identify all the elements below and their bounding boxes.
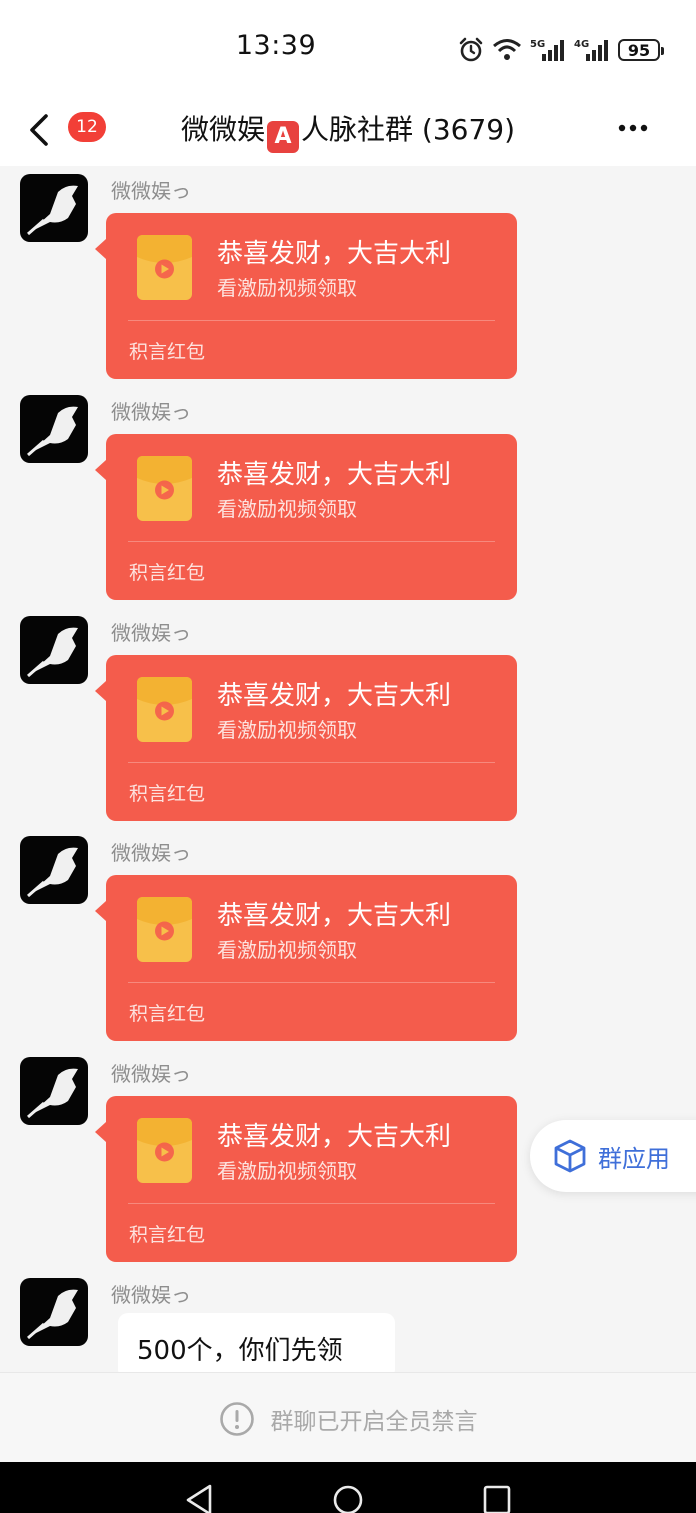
packet-subtitle: 看激励视频领取 — [217, 1159, 357, 1183]
red-packet-message[interactable]: 恭喜发财，大吉大利 看激励视频领取 积言红包 — [95, 875, 517, 1041]
sender-name: 微微娱っ — [111, 179, 191, 203]
sender-name: 微微娱っ — [111, 1062, 191, 1086]
packet-divider — [128, 762, 495, 763]
avatar[interactable] — [20, 395, 88, 463]
packet-label: 积言红包 — [129, 341, 206, 363]
avatar[interactable] — [20, 1278, 88, 1346]
chat-title[interactable]: 微微娱 A 人脉社群 (3679) — [0, 108, 696, 153]
avatar-glyph-icon — [27, 406, 78, 457]
mute-notice-text: 群聊已开启全员禁言 — [270, 1409, 478, 1435]
avatar-glyph-icon — [27, 185, 78, 236]
red-packet-icon — [137, 1118, 192, 1183]
status-bar: 13:39 5G 4G 95 — [0, 0, 696, 100]
sender-name: 微微娱っ — [111, 621, 191, 645]
packet-label: 积言红包 — [129, 562, 206, 584]
signal-5g-icon: 5G — [530, 39, 564, 61]
more-options-icon[interactable] — [618, 124, 648, 132]
packet-subtitle: 看激励视频领取 — [217, 497, 357, 521]
avatar[interactable] — [20, 836, 88, 904]
a-emoji-icon: A — [267, 121, 299, 153]
nav-home-icon[interactable] — [332, 1484, 364, 1513]
sender-name: 微微娱っ — [111, 400, 191, 424]
packet-subtitle: 看激励视频领取 — [217, 718, 357, 742]
sender-name: 微微娱っ — [111, 1283, 191, 1307]
battery-level: 95 — [627, 40, 651, 60]
packet-title: 恭喜发财，大吉大利 — [217, 681, 452, 711]
system-nav-bar — [0, 1462, 696, 1513]
message-text: 500个，你们先领 — [137, 1336, 343, 1366]
chat-title-prefix: 微微娱 — [180, 113, 265, 146]
packet-label: 积言红包 — [129, 1224, 206, 1246]
nav-recents-icon[interactable] — [482, 1484, 512, 1513]
chat-screen: 13:39 5G 4G 95 12 微微娱 A 人脉社群 (3679) 微微娱っ… — [0, 0, 696, 1513]
cube-icon — [554, 1139, 586, 1173]
red-packet-icon — [137, 677, 192, 742]
packet-title: 恭喜发财，大吉大利 — [217, 1122, 452, 1152]
network-label-1: 5G — [530, 39, 545, 50]
signal-4g-icon: 4G — [574, 39, 608, 61]
network-label-2: 4G — [574, 39, 589, 50]
group-apps-label: 群应用 — [598, 1145, 670, 1173]
packet-label: 积言红包 — [129, 783, 206, 805]
chat-header: 12 微微娱 A 人脉社群 (3679) — [0, 100, 696, 166]
sender-name: 微微娱っ — [111, 841, 191, 865]
packet-title: 恭喜发财，大吉大利 — [217, 901, 452, 931]
avatar-glyph-icon — [27, 1068, 78, 1119]
wifi-icon — [493, 39, 521, 60]
packet-subtitle: 看激励视频领取 — [217, 276, 357, 300]
packet-divider — [128, 541, 495, 542]
group-apps-button[interactable]: 群应用 — [530, 1120, 696, 1192]
red-packet-icon — [137, 456, 192, 521]
status-icons: 5G 4G 95 — [458, 36, 664, 64]
packet-label: 积言红包 — [129, 1003, 206, 1025]
text-message-bubble[interactable]: 500个，你们先领 — [118, 1313, 395, 1372]
packet-subtitle: 看激励视频领取 — [217, 938, 357, 962]
warning-icon — [219, 1402, 254, 1436]
nav-back-icon[interactable] — [184, 1484, 214, 1513]
chat-title-suffix: 人脉社群 (3679) — [301, 113, 516, 146]
red-packet-message[interactable]: 恭喜发财，大吉大利 看激励视频领取 积言红包 — [95, 434, 517, 600]
avatar-glyph-icon — [27, 847, 78, 898]
packet-divider — [128, 1203, 495, 1204]
packet-divider — [128, 982, 495, 983]
alarm-icon — [459, 37, 483, 62]
avatar[interactable] — [20, 174, 88, 242]
avatar[interactable] — [20, 1057, 88, 1125]
packet-divider — [128, 320, 495, 321]
avatar[interactable] — [20, 616, 88, 684]
avatar-glyph-icon — [27, 627, 78, 678]
battery-icon: 95 — [618, 39, 664, 61]
red-packet-message[interactable]: 恭喜发财，大吉大利 看激励视频领取 积言红包 — [95, 213, 517, 379]
red-packet-icon — [137, 235, 192, 300]
mute-notice-bar: 群聊已开启全员禁言 — [0, 1372, 696, 1463]
red-packet-message[interactable]: 恭喜发财，大吉大利 看激励视频领取 积言红包 — [95, 1096, 517, 1262]
red-packet-message[interactable]: 恭喜发财，大吉大利 看激励视频领取 积言红包 — [95, 655, 517, 821]
packet-title: 恭喜发财，大吉大利 — [217, 239, 452, 269]
red-packet-icon — [137, 897, 192, 962]
packet-title: 恭喜发财，大吉大利 — [217, 460, 452, 490]
avatar-glyph-icon — [27, 1289, 78, 1340]
